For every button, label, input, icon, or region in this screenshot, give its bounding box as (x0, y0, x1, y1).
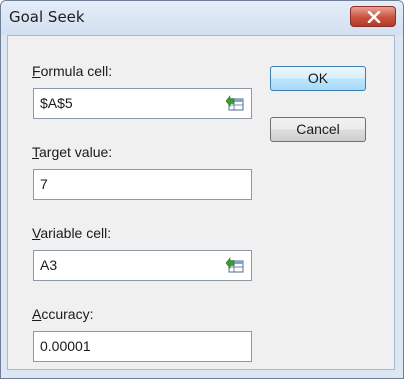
accuracy-value: 0.00001 (40, 338, 91, 354)
range-selector-icon[interactable] (225, 256, 245, 274)
variable-cell-field[interactable]: A3 (33, 250, 252, 281)
title-bar[interactable]: Goal Seek (1, 1, 403, 35)
variable-cell-label: Variable cell: (32, 225, 112, 241)
target-value-field[interactable]: 7 (33, 169, 252, 200)
variable-cell-value: A3 (40, 257, 58, 273)
formula-cell-value: $A$5 (40, 95, 73, 111)
ok-button[interactable]: OK (270, 66, 366, 91)
close-button[interactable] (350, 6, 396, 27)
goal-seek-dialog: Goal Seek Formula cell: $A$5 Target valu… (0, 0, 404, 379)
dialog-title: Goal Seek (9, 8, 85, 26)
dialog-body: Formula cell: $A$5 Target value: 7 Varia… (7, 35, 395, 370)
range-selector-icon[interactable] (225, 94, 245, 112)
close-icon (367, 11, 381, 23)
formula-cell-field[interactable]: $A$5 (33, 88, 252, 119)
accuracy-field[interactable]: 0.00001 (33, 331, 252, 362)
accuracy-label: Accuracy: (32, 306, 94, 322)
target-value-label: Target value: (32, 144, 113, 160)
formula-cell-label: Formula cell: (32, 63, 113, 79)
cancel-button[interactable]: Cancel (270, 117, 366, 142)
target-value-value: 7 (40, 176, 48, 192)
